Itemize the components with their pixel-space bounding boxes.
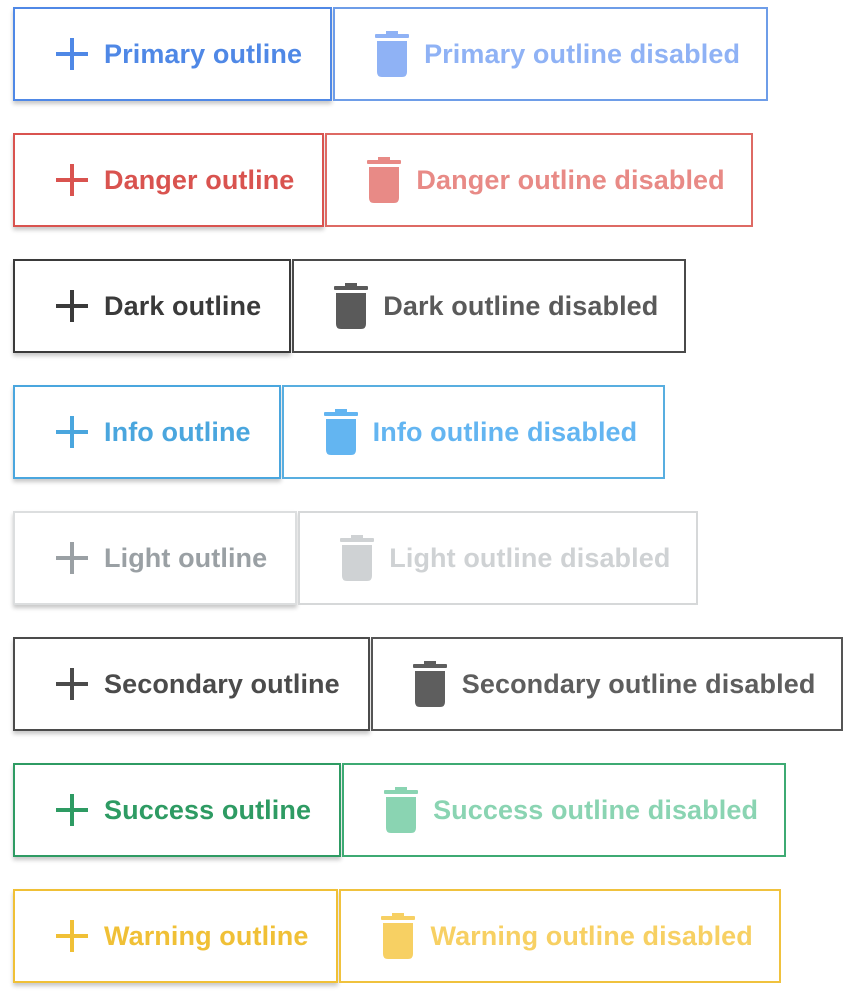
- primary-outline-button[interactable]: Primary outline: [13, 7, 333, 101]
- info-outline-disabled-button: Info outline disabled: [281, 385, 666, 479]
- light-outline-button[interactable]: Light outline: [13, 511, 298, 605]
- success-outline-disabled-button: Success outline disabled: [342, 763, 787, 857]
- plus-icon: [52, 156, 92, 204]
- trash-icon: [410, 660, 450, 708]
- button-label: Secondary outline: [104, 668, 340, 699]
- button-label: Info outline disabled: [372, 416, 638, 447]
- button-label: Danger outline: [104, 164, 295, 195]
- plus-icon: [52, 786, 92, 834]
- info-outline-button[interactable]: Info outline: [13, 385, 281, 479]
- warning-outline-button[interactable]: Warning outline: [13, 889, 339, 983]
- light-outline-disabled-button: Light outline disabled: [298, 511, 699, 605]
- plus-icon: [52, 282, 92, 330]
- warning-outline-disabled-button: Warning outline disabled: [339, 889, 781, 983]
- dark-outline-disabled-button: Dark outline disabled: [292, 259, 687, 353]
- primary-outline-disabled-button: Primary outline disabled: [333, 7, 769, 101]
- button-label: Danger outline disabled: [416, 164, 725, 195]
- plus-icon: [52, 660, 92, 708]
- button-row-secondary: Secondary outline Secondary outline disa…: [13, 637, 844, 731]
- dark-outline-button[interactable]: Dark outline: [13, 259, 292, 353]
- button-row-light: Light outline Light outline disabled: [13, 511, 699, 605]
- button-row-success: Success outline Success outline disabled: [13, 763, 787, 857]
- button-label: Primary outline disabled: [424, 38, 741, 69]
- secondary-outline-button[interactable]: Secondary outline: [13, 637, 370, 731]
- plus-icon: [52, 534, 92, 582]
- button-label: Secondary outline disabled: [461, 668, 816, 699]
- button-row-dark: Dark outline Dark outline disabled: [13, 259, 687, 353]
- button-label: Success outline: [104, 794, 312, 825]
- button-row-primary: Primary outline Primary outline disabled: [13, 7, 769, 101]
- trash-icon: [321, 408, 361, 456]
- trash-icon: [378, 912, 418, 960]
- plus-icon: [52, 912, 92, 960]
- button-label: Primary outline: [104, 38, 303, 69]
- button-label: Warning outline: [104, 920, 309, 951]
- trash-icon: [337, 534, 377, 582]
- button-label: Info outline: [104, 416, 251, 447]
- trash-icon: [372, 30, 412, 78]
- button-label: Light outline disabled: [389, 542, 671, 573]
- secondary-outline-disabled-button: Secondary outline disabled: [370, 637, 844, 731]
- button-label: Dark outline: [104, 290, 262, 321]
- success-outline-button[interactable]: Success outline: [13, 763, 342, 857]
- danger-outline-button[interactable]: Danger outline: [13, 133, 325, 227]
- button-row-info: Info outline Info outline disabled: [13, 385, 666, 479]
- plus-icon: [52, 408, 92, 456]
- button-label: Success outline disabled: [433, 794, 759, 825]
- trash-icon: [381, 786, 421, 834]
- button-row-warning: Warning outline Warning outline disabled: [13, 889, 781, 983]
- button-label: Light outline: [104, 542, 268, 573]
- trash-icon: [331, 282, 371, 330]
- plus-icon: [52, 30, 92, 78]
- danger-outline-disabled-button: Danger outline disabled: [325, 133, 753, 227]
- trash-icon: [364, 156, 404, 204]
- button-label: Dark outline disabled: [383, 290, 659, 321]
- button-label: Warning outline disabled: [430, 920, 753, 951]
- button-row-danger: Danger outline Danger outline disabled: [13, 133, 753, 227]
